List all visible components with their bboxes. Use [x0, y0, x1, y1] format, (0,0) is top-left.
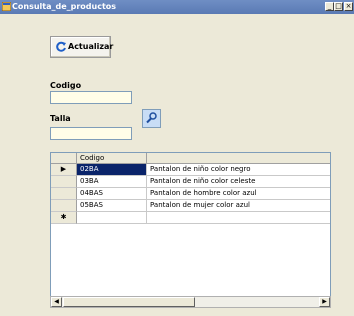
cell-codigo[interactable]: 03BA: [77, 176, 147, 188]
scroll-right-button[interactable]: ▶: [319, 297, 330, 307]
refresh-button[interactable]: Actualizar: [50, 36, 114, 58]
talla-label: Talla: [50, 114, 71, 123]
window-title: Consulta_de_productos: [12, 2, 117, 11]
cell-codigo-new[interactable]: [77, 212, 147, 224]
new-row[interactable]: ✱: [51, 212, 330, 224]
table-row[interactable]: 05BAS Pantalon de mujer color azul: [51, 200, 330, 212]
table-row[interactable]: ▶ 02BA Pantalon de niño color negro: [51, 164, 330, 176]
table-row[interactable]: 04BAS Pantalon de hombre color azul: [51, 188, 330, 200]
cell-descripcion[interactable]: Pantalon de niño color celeste: [147, 176, 330, 188]
column-header-codigo[interactable]: Codigo: [77, 153, 147, 163]
search-icon: [146, 112, 157, 124]
talla-input[interactable]: [50, 127, 132, 140]
cell-descripcion-new[interactable]: [147, 212, 330, 224]
row-header[interactable]: [51, 200, 77, 212]
search-button[interactable]: [142, 109, 161, 128]
row-header[interactable]: [51, 188, 77, 200]
current-row-indicator: ▶: [51, 164, 77, 176]
cell-descripcion[interactable]: Pantalon de hombre color azul: [147, 188, 330, 200]
cell-descripcion[interactable]: Pantalon de mujer color azul: [147, 200, 330, 212]
form-icon: [1, 1, 12, 12]
column-header-descripcion[interactable]: [147, 153, 330, 163]
products-grid[interactable]: Codigo ▶ 02BA Pantalon de niño color neg…: [50, 152, 331, 297]
cell-codigo[interactable]: 04BAS: [77, 188, 147, 200]
row-header[interactable]: [51, 176, 77, 188]
cell-codigo[interactable]: 05BAS: [77, 200, 147, 212]
cell-codigo[interactable]: 02BA: [77, 164, 147, 176]
title-bar[interactable]: Consulta_de_productos _ □ ×: [0, 0, 354, 14]
table-row[interactable]: 03BA Pantalon de niño color celeste: [51, 176, 330, 188]
cell-descripcion[interactable]: Pantalon de niño color negro: [147, 164, 330, 176]
codigo-label: Codigo: [50, 81, 82, 90]
grid-header: Codigo: [51, 153, 330, 164]
maximize-button[interactable]: □: [334, 2, 343, 11]
refresh-icon: [55, 41, 67, 55]
close-button[interactable]: ×: [344, 2, 353, 11]
form-body: Actualizar Codigo Talla Codigo ▶ 02BA Pa…: [0, 14, 354, 316]
horizontal-scrollbar[interactable]: ◀ ▶: [50, 296, 331, 308]
app-window: Consulta_de_productos _ □ × Actualizar C…: [0, 0, 354, 316]
new-row-indicator: ✱: [51, 212, 77, 224]
minimize-button[interactable]: _: [325, 2, 334, 11]
codigo-input[interactable]: [50, 91, 132, 104]
refresh-button-label: Actualizar: [68, 42, 114, 51]
header-corner: [51, 153, 77, 163]
scroll-left-button[interactable]: ◀: [51, 297, 62, 307]
scroll-thumb[interactable]: [63, 297, 195, 307]
